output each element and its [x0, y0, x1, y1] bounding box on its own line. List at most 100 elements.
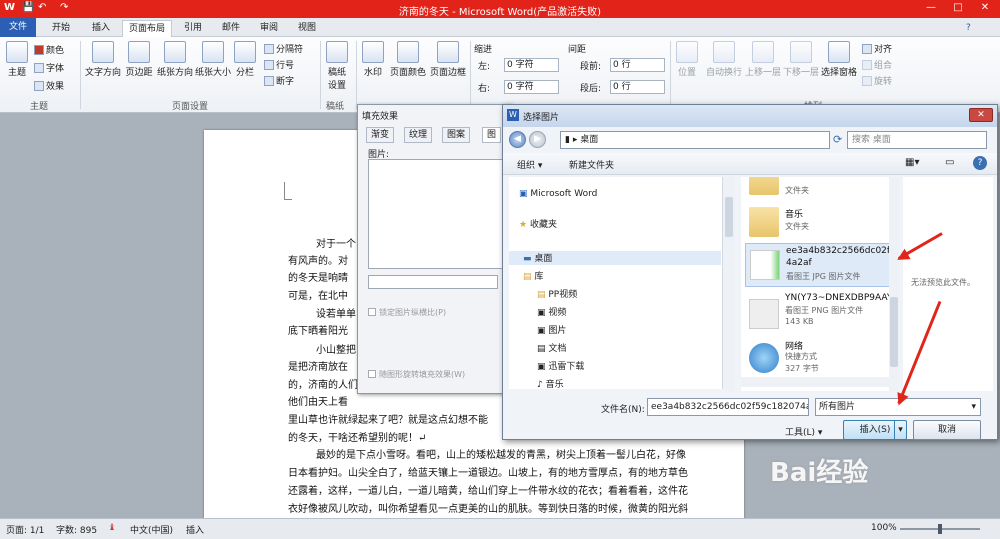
margins-button[interactable]: 页边距	[122, 41, 156, 78]
new-folder-button[interactable]: 新建文件夹	[569, 158, 614, 171]
align-button[interactable]: 对齐	[862, 42, 892, 55]
tab-picture[interactable]: 图	[482, 127, 502, 143]
watermark-button[interactable]: 水印	[360, 41, 386, 78]
status-page[interactable]: 页面: 1/1	[6, 523, 44, 536]
search-input[interactable]: 搜索 桌面	[847, 131, 987, 149]
dialog-titlebar	[503, 105, 997, 127]
effects-button[interactable]: 效果	[34, 79, 64, 92]
tab-view[interactable]: 视图	[292, 20, 322, 37]
size-button[interactable]: 纸张大小	[194, 41, 232, 78]
send-backward-icon	[790, 41, 812, 63]
columns-button[interactable]: 分栏	[232, 41, 258, 78]
file-item-png[interactable]: YN(Y73~DNEXDBP9AAY 看图王 PNG 图片文件 143 KB	[749, 293, 895, 333]
indent-left-input[interactable]: 0 字符	[504, 58, 559, 72]
image-thumbnail-icon	[749, 299, 779, 329]
nav-item-word[interactable]: ▣ Microsoft Word	[519, 189, 597, 199]
filename-label: 文件名(N):	[601, 405, 645, 415]
folder-icon: ▤	[537, 290, 549, 300]
nav-item-desktop[interactable]: ▬ 桌面	[509, 251, 721, 265]
line-numbers-button[interactable]: 行号	[264, 58, 294, 71]
tab-pattern[interactable]: 图案	[442, 127, 471, 143]
page-borders-button[interactable]: 页面边框	[428, 41, 468, 78]
tab-gradient[interactable]: 渐变	[366, 127, 395, 143]
library-icon: ▤	[523, 272, 535, 282]
tools-button[interactable]: 工具(L) ▾	[785, 425, 822, 438]
nav-item-thunder[interactable]: ▣ 迅雷下载	[537, 359, 584, 372]
zoom-level[interactable]: 100%	[871, 523, 897, 533]
tab-home[interactable]: 开始	[46, 20, 76, 37]
baidu-watermark-logo: Bai经验	[770, 458, 869, 488]
selection-pane-button[interactable]: 选择窗格	[820, 41, 858, 78]
doc-line: 对于一个	[316, 239, 356, 250]
nav-item-ppvideo[interactable]: ▤ PP视频	[537, 287, 577, 300]
breaks-button[interactable]: 分隔符	[264, 42, 303, 55]
refresh-icon[interactable]: ⟳	[833, 133, 842, 146]
desktop-folder-icon: ▮ ▸	[565, 135, 581, 145]
text-direction-button[interactable]: 文字方向	[84, 41, 122, 78]
file-item-jpg-selected[interactable]: ee3a4b832c2566dc02f5 4a2af 看图王 JPG 图片文件	[745, 243, 897, 287]
maximize-button[interactable]: □	[945, 0, 971, 16]
tab-page-layout[interactable]: 页面布局	[122, 20, 173, 37]
forward-button[interactable]: ▶	[529, 131, 546, 148]
group-label-draft: 稿纸	[326, 102, 345, 112]
help-icon[interactable]: ?	[973, 156, 987, 170]
file-list-scrollbar[interactable]	[889, 177, 899, 391]
dialog-close-button[interactable]: ✕	[969, 108, 993, 122]
nav-item-pictures[interactable]: ▣ 图片	[537, 323, 566, 336]
indent-right-input[interactable]: 0 字符	[504, 80, 559, 94]
nav-scrollbar[interactable]	[723, 177, 735, 391]
zoom-slider[interactable]	[900, 524, 980, 534]
minimize-button[interactable]: —	[918, 0, 944, 16]
page-color-button[interactable]: 页面颜色	[388, 41, 428, 78]
file-item-folder[interactable]: 文件夹	[749, 177, 895, 197]
position-button[interactable]: 位置	[674, 41, 700, 78]
tab-mailings[interactable]: 邮件	[216, 20, 246, 37]
orientation-button[interactable]: 纸张方向	[156, 41, 194, 78]
wrap-text-button[interactable]: 自动换行	[704, 41, 744, 78]
filename-input[interactable]: ee3a4b832c2566dc02f59c182074a2af	[647, 398, 809, 416]
file-list-h-scrollbar[interactable]	[741, 377, 889, 387]
themes-button[interactable]: 主题	[4, 41, 30, 78]
bring-forward-button[interactable]: 上移一层	[744, 41, 782, 78]
colors-button[interactable]: 颜色	[34, 43, 64, 56]
tab-review[interactable]: 审阅	[254, 20, 284, 37]
group-button[interactable]: 组合	[862, 58, 892, 71]
tab-file[interactable]: 文件	[0, 18, 37, 37]
tab-texture[interactable]: 纹理	[404, 127, 433, 143]
file-item-network[interactable]: 网络 快捷方式 327 字节	[749, 339, 895, 379]
spacing-after-input[interactable]: 0 行	[610, 80, 665, 94]
send-backward-button[interactable]: 下移一层	[782, 41, 820, 78]
status-words[interactable]: 字数: 895	[56, 523, 97, 536]
nav-item-favorites[interactable]: ★ 收藏夹	[519, 217, 557, 230]
help-icon[interactable]: ?	[960, 20, 977, 37]
draft-paper-button[interactable]: 稿纸设置	[324, 41, 350, 91]
tab-references[interactable]: 引用	[178, 20, 208, 37]
hyphenation-button[interactable]: 断字	[264, 74, 294, 87]
cancel-button[interactable]: 取消	[913, 420, 981, 440]
insert-button[interactable]: 插入(S) ▾	[843, 420, 907, 440]
rotate-button[interactable]: 旋转	[862, 74, 892, 87]
window-title: 济南的冬天 - Microsoft Word(产品激活失败)	[398, 7, 602, 18]
file-item-music[interactable]: 音乐 文件夹	[749, 207, 895, 237]
view-options-icon[interactable]: ▦▾	[905, 157, 919, 168]
organize-button[interactable]: 组织 ▾	[517, 158, 542, 171]
columns-icon	[234, 41, 256, 63]
nav-item-documents[interactable]: ▤ 文档	[537, 341, 566, 354]
rotate-with-shape-checkbox[interactable]: 随图形旋转填充效果(W)	[368, 369, 465, 380]
fonts-button[interactable]: 字体	[34, 61, 64, 74]
proofing-icon[interactable]: ♝	[108, 523, 116, 533]
group-icon	[862, 60, 872, 70]
tab-insert[interactable]: 插入	[86, 20, 116, 37]
preview-pane-icon[interactable]: ▭	[945, 157, 954, 168]
nav-item-music[interactable]: ♪ 音乐	[537, 377, 564, 390]
status-language[interactable]: 中文(中国)	[130, 523, 173, 536]
lock-ratio-checkbox[interactable]: 锁定图片纵横比(P)	[368, 307, 446, 318]
spacing-before-input[interactable]: 0 行	[610, 58, 665, 72]
ribbon: 主题 颜色 字体 效果 主题 文字方向 页边距 纸张方向 纸张大小 分栏 分隔符…	[0, 37, 1000, 113]
back-button[interactable]: ◀	[509, 131, 526, 148]
nav-item-library[interactable]: ▤ 库	[523, 269, 543, 282]
status-mode[interactable]: 插入	[186, 523, 204, 536]
nav-item-videos[interactable]: ▣ 视频	[537, 305, 566, 318]
address-bar[interactable]: ▮ ▸ 桌面	[560, 131, 830, 149]
close-button[interactable]: ✕	[972, 0, 998, 16]
